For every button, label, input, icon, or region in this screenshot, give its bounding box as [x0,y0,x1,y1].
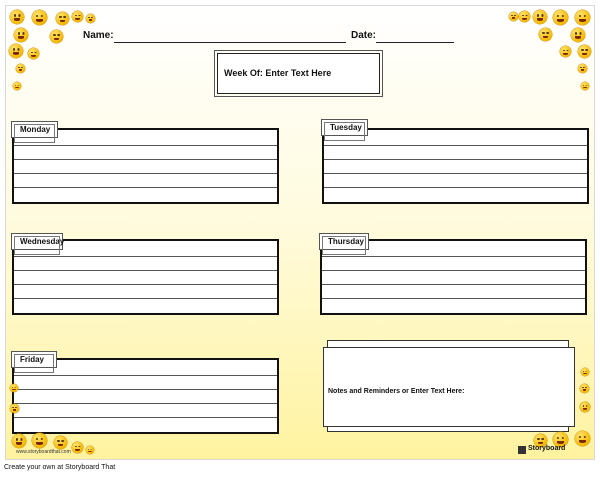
monday-box[interactable] [12,128,279,204]
smiley-emoji-icon [14,28,28,42]
smiley-emoji-icon [32,433,47,448]
thursday-tag: Thursday [319,233,369,255]
smiley-emoji-icon [578,45,591,58]
smiley-emoji-icon [581,368,589,376]
tuesday-box[interactable] [322,128,589,204]
smiley-emoji-icon [580,384,589,393]
smiley-emoji-icon [54,436,67,449]
watermark-right: Storyboard [528,445,566,452]
smiley-emoji-icon [72,442,83,453]
smiley-emoji-icon [578,64,587,73]
smiley-emoji-icon [13,82,21,90]
watermark-left: www.storyboardthat.com [16,449,71,455]
week-of-label: Week Of: Enter Text Here [224,68,332,78]
thursday-box[interactable] [320,239,587,315]
smiley-emoji-icon [571,28,585,42]
smiley-emoji-icon [16,64,25,73]
smiley-emoji-icon [32,10,47,25]
footer-text[interactable]: Create your own at Storyboard That [4,464,115,471]
week-of-box[interactable]: Week Of: Enter Text Here [214,50,383,97]
date-label: Date: [351,30,377,41]
smiley-emoji-icon [9,44,23,58]
smiley-emoji-icon [539,28,552,41]
notes-label: Notes and Reminders or Enter Text Here: [328,388,465,395]
smiley-emoji-icon [86,14,95,23]
smiley-emoji-icon [10,10,24,24]
notes-box[interactable]: Notes and Reminders or Enter Text Here: [323,347,575,427]
smiley-emoji-icon [10,404,19,413]
smiley-emoji-icon [72,11,83,22]
date-field-line[interactable] [376,42,454,43]
smiley-emoji-icon [560,46,571,57]
smiley-emoji-icon [575,10,590,25]
tuesday-tag: Tuesday [321,119,368,141]
smiley-emoji-icon [10,384,18,392]
smiley-emoji-icon [553,10,568,25]
storyboardthat-logo-icon [518,446,526,454]
smiley-emoji-icon [50,30,63,43]
smiley-emoji-icon [533,10,547,24]
wednesday-box[interactable] [12,239,279,315]
friday-box[interactable] [12,358,279,434]
name-label: Name: [83,30,114,41]
wednesday-tag: Wednesday [11,233,64,255]
smiley-emoji-icon [519,11,530,22]
storyboardthat-logo: Storyboard [518,443,578,457]
friday-tag: Friday [11,351,57,373]
worksheet: Name: Date: Week Of: Enter Text Here Mon… [5,5,595,460]
smiley-emoji-icon [86,446,94,454]
monday-tag: Monday [11,121,58,143]
smiley-emoji-icon [509,12,518,21]
smiley-emoji-icon [581,82,589,90]
smiley-emoji-icon [12,434,26,448]
name-field-line[interactable] [114,42,346,43]
smiley-emoji-icon [56,12,69,25]
smiley-emoji-icon [580,402,590,412]
smiley-emoji-icon [28,48,39,59]
